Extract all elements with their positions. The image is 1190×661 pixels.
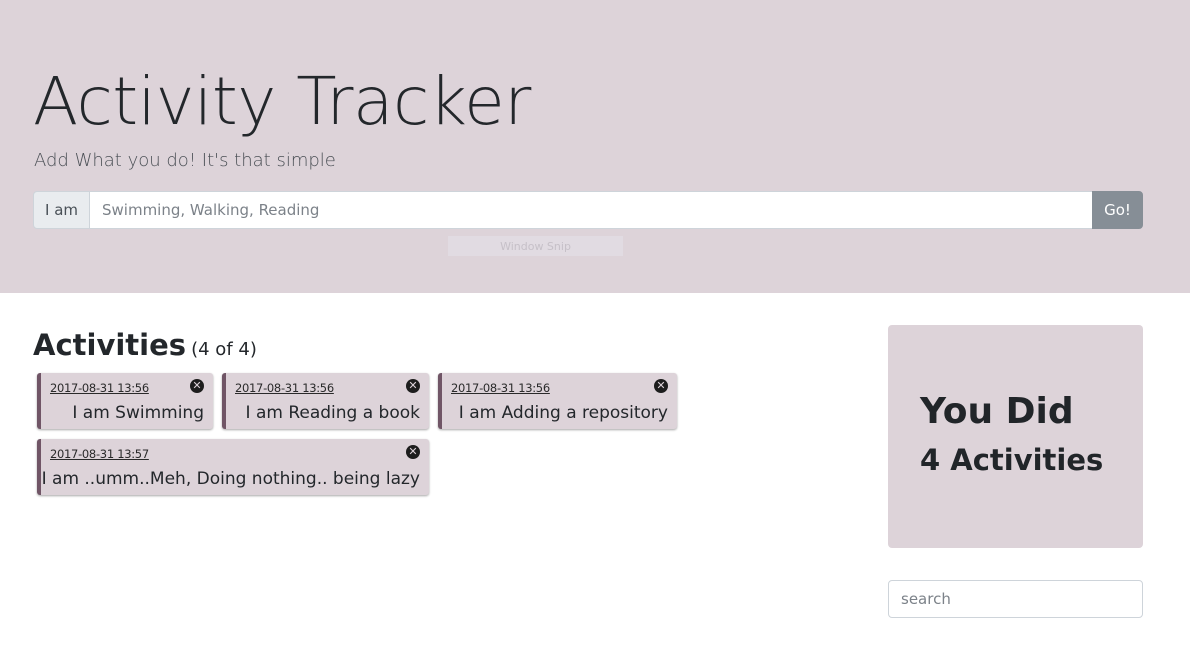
activity-timestamp[interactable]: 2017-08-31 13:56: [451, 381, 550, 395]
activities-heading: Activities (4 of 4): [33, 326, 257, 369]
close-icon[interactable]: ✕: [406, 379, 420, 393]
activity-card: 2017-08-31 13:56 ✕ I am Adding a reposit…: [438, 373, 677, 429]
activity-input-group: I am Go!: [33, 191, 1143, 229]
page-subtitle: Add What you do! It's that simple: [34, 150, 336, 171]
go-button[interactable]: Go!: [1092, 191, 1143, 229]
page-title: Activity Tracker: [33, 63, 531, 140]
summary-line-2: 4 Activities: [920, 443, 1104, 477]
activity-card: 2017-08-31 13:57 ✕ I am ..umm..Meh, Doin…: [37, 439, 429, 495]
activity-timestamp[interactable]: 2017-08-31 13:56: [235, 381, 334, 395]
activity-timestamp[interactable]: 2017-08-31 13:57: [50, 447, 149, 461]
close-icon[interactable]: ✕: [406, 445, 420, 459]
search-input[interactable]: [888, 580, 1143, 618]
close-icon[interactable]: ✕: [654, 379, 668, 393]
activity-card: 2017-08-31 13:56 ✕ I am Swimming: [37, 373, 213, 429]
activity-text: I am Adding a repository: [458, 403, 668, 423]
close-icon[interactable]: ✕: [190, 379, 204, 393]
activity-input[interactable]: [90, 191, 1092, 229]
summary-card: You Did 4 Activities: [888, 325, 1143, 548]
activity-card: 2017-08-31 13:56 ✕ I am Reading a book: [222, 373, 429, 429]
input-prefix-label: I am: [33, 191, 90, 229]
activity-text: I am ..umm..Meh, Doing nothing.. being l…: [41, 469, 420, 489]
activity-text: I am Swimming: [72, 403, 204, 423]
header-jumbotron: Activity Tracker Add What you do! It's t…: [0, 0, 1190, 293]
summary-line-1: You Did: [920, 391, 1074, 432]
activities-title: Activities: [33, 328, 187, 362]
activity-timestamp[interactable]: 2017-08-31 13:56: [50, 381, 149, 395]
activities-count: (4 of 4): [191, 339, 257, 360]
window-snip-overlay: Window Snip: [448, 236, 623, 256]
activity-text: I am Reading a book: [245, 403, 420, 423]
